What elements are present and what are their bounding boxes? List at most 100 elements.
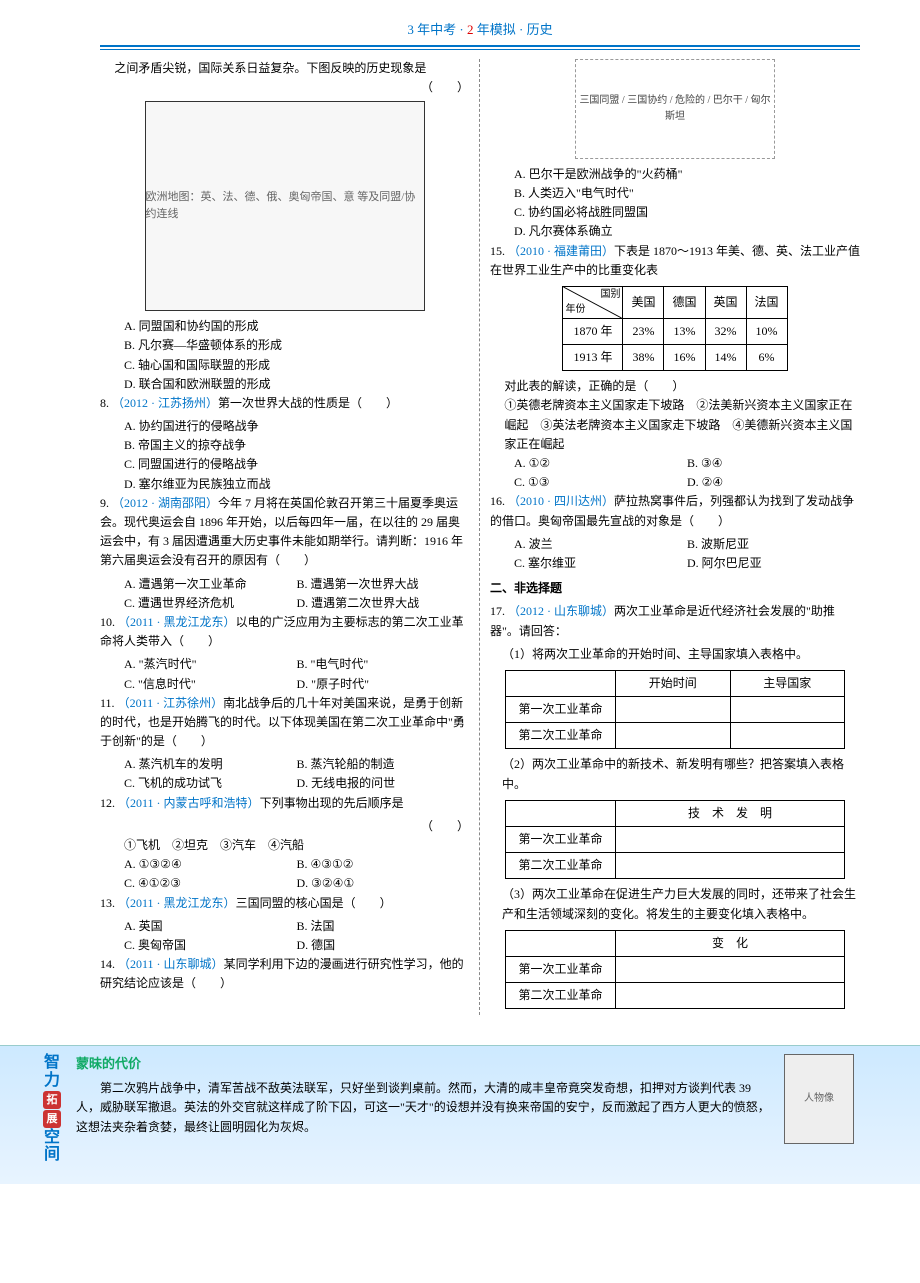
t1-h1: 开始时间	[616, 670, 731, 696]
q16-D: D. 阿尔巴尼亚	[687, 554, 860, 573]
q13-num: 13.	[100, 896, 118, 910]
q15-r1-v2: 14%	[705, 345, 746, 371]
q15-col2: 英国	[705, 286, 746, 318]
t2-blank[interactable]	[616, 827, 845, 853]
q7-A: A. 同盟国和协约国的形成	[124, 317, 469, 336]
q15-B: B. ③④	[687, 454, 860, 473]
q15-D: D. ②④	[687, 473, 860, 492]
q7-D: D. 联合国和欧洲联盟的形成	[124, 375, 469, 394]
q15-corner: 国别 年份	[563, 286, 623, 318]
q17-p3: （3）两次工业革命在促进生产力巨大发展的同时，还带来了社会生产和生活领域深刻的变…	[490, 885, 860, 923]
q15-num: 15.	[490, 244, 508, 258]
q17-p2: （2）两次工业革命中的新技术、新发明有哪些？把答案填入表格中。	[490, 755, 860, 793]
q11-D: D. 无线电报的问世	[297, 774, 470, 793]
q13-C: C. 奥匈帝国	[124, 936, 297, 955]
q8-src: （2012 · 江苏扬州）	[112, 396, 218, 410]
q16-src: （2010 · 四川达州）	[508, 494, 614, 508]
t1-blank[interactable]	[730, 697, 845, 723]
q9-num: 9.	[100, 496, 112, 510]
t2-r2: 第二次工业革命	[506, 853, 616, 879]
q13-D: D. 德国	[297, 936, 470, 955]
t2-blank[interactable]	[616, 853, 845, 879]
t1-blank[interactable]	[616, 697, 731, 723]
q17-p1: （1）将两次工业革命的开始时间、主导国家填入表格中。	[490, 645, 860, 664]
t3-r2: 第二次工业革命	[506, 983, 616, 1009]
q15-col0: 美国	[623, 286, 664, 318]
q12-src: （2011 · 内蒙古呼和浩特）	[118, 796, 260, 810]
footer-content: 蒙昧的代价 第二次鸦片战争中，清军苦战不敌英法联军，只好坐到谈判桌前。然而，大清…	[64, 1054, 784, 1163]
q15-r0-v0: 23%	[623, 318, 664, 344]
q12-stem: 下列事物出现的先后顺序是	[260, 796, 404, 810]
q15-col1: 德国	[664, 286, 705, 318]
q7-B: B. 凡尔赛—华盛顿体系的形成	[124, 336, 469, 355]
q12-D: D. ③②④①	[297, 874, 470, 893]
right-column: 三国同盟 / 三国协约 / 危险的 / 巴尔干 / 匈尔斯坦 A. 巴尔干是欧洲…	[480, 59, 860, 1016]
footer-body: 第二次鸦片战争中，清军苦战不敌英法联军，只好坐到谈判桌前。然而，大清的咸丰皇帝竟…	[76, 1079, 772, 1137]
q11-num: 11.	[100, 696, 118, 710]
q11-B: B. 蒸汽轮船的制造	[297, 755, 470, 774]
q16-A: A. 波兰	[514, 535, 687, 554]
q9-A: A. 遭遇第一次工业革命	[124, 575, 297, 594]
t1-r1: 第一次工业革命	[506, 697, 616, 723]
q12-items: ①飞机 ②坦克 ③汽车 ④汽船	[124, 838, 304, 852]
q13-B: B. 法国	[297, 917, 470, 936]
footer: 智 力 拓 展 空 间 蒙昧的代价 第二次鸦片战争中，清军苦战不敌英法联军，只好…	[0, 1045, 920, 1183]
header-r: 年模拟 · 历史	[474, 22, 553, 37]
q7-cont: 之间矛盾尖锐，国际关系日益复杂。下图反映的历史现象是	[114, 61, 426, 75]
q17-table1: 开始时间主导国家 第一次工业革命 第二次工业革命	[505, 670, 845, 750]
map-image: 欧洲地图：英、法、德、俄、奥匈帝国、意 等及同盟/协约连线	[145, 101, 425, 311]
q10-A: A. "蒸汽时代"	[124, 655, 297, 674]
footer-portrait: 人物像	[784, 1054, 854, 1144]
q14-B: B. 人类迈入"电气时代"	[514, 184, 860, 203]
q17: 17. （2012 · 山东聊城）两次工业革命是近代经济社会发展的"助推器"。请…	[490, 602, 860, 1009]
t1-blank[interactable]	[616, 723, 731, 749]
footer-title: 蒙昧的代价	[76, 1054, 772, 1075]
q12-C: C. ④①②③	[124, 874, 297, 893]
q13: 13. （2011 · 黑龙江龙东）三国同盟的核心国是（ ） A. 英国 B. …	[100, 894, 469, 956]
q8-D: D. 塞尔维亚为民族独立而战	[124, 475, 469, 494]
q15-A: A. ①②	[514, 454, 687, 473]
q9-src: （2012 · 湖南邵阳）	[112, 496, 218, 510]
t2-r1: 第一次工业革命	[506, 827, 616, 853]
q15-after: 对此表的解读，正确的是（ ）	[490, 377, 860, 396]
left-column: 之间矛盾尖锐，国际关系日益复杂。下图反映的历史现象是 （ ） 欧洲地图：英、法、…	[100, 59, 480, 1016]
t1-r2: 第二次工业革命	[506, 723, 616, 749]
q15-r0-v2: 32%	[705, 318, 746, 344]
q11-C: C. 飞机的成功试飞	[124, 774, 297, 793]
q16-B: B. 波斯尼亚	[687, 535, 860, 554]
q14-stem-block: 14. （2011 · 山东聊城）某同学利用下边的漫画进行研究性学习，他的研究结…	[100, 955, 469, 993]
q14-A: A. 巴尔干是欧洲战争的"火药桶"	[514, 165, 860, 184]
q15-r1-v0: 38%	[623, 345, 664, 371]
q14-src: （2011 · 山东聊城）	[118, 957, 224, 971]
t3-r1: 第一次工业革命	[506, 956, 616, 982]
q11: 11. （2011 · 江苏徐州）南北战争后的几十年对美国来说，是勇于创新的时代…	[100, 694, 469, 794]
q7: 之间矛盾尖锐，国际关系日益复杂。下图反映的历史现象是 （ ） 欧洲地图：英、法、…	[100, 59, 469, 394]
q12-B: B. ④③①②	[297, 855, 470, 874]
q15-C: C. ①③	[514, 473, 687, 492]
q17-src: （2012 · 山东聊城）	[508, 604, 614, 618]
q14-D: D. 凡尔赛体系确立	[514, 222, 860, 241]
q8-A: A. 协约国进行的侵略战争	[124, 417, 469, 436]
q9: 9. （2012 · 湖南邵阳）今年 7 月将在英国伦敦召开第三十届夏季奥运会。…	[100, 494, 469, 613]
q10: 10. （2011 · 黑龙江龙东）以电的广泛应用为主要标志的第二次工业革命将人…	[100, 613, 469, 694]
q17-table2: 技 术 发 明 第一次工业革命 第二次工业革命	[505, 800, 845, 880]
t3-blank[interactable]	[616, 983, 845, 1009]
q8-stem: 第一次世界大战的性质是（ ）	[218, 396, 398, 410]
q12-paren: （ ）	[100, 817, 469, 836]
q16: 16. （2010 · 四川达州）萨拉热窝事件后，列强都认为找到了发动战争的借口…	[490, 492, 860, 573]
q10-src: （2011 · 黑龙江龙东）	[118, 615, 236, 629]
q13-A: A. 英国	[124, 917, 297, 936]
page-header: 3 年中考 · 2 年模拟 · 历史	[100, 20, 860, 47]
q8-C: C. 同盟国进行的侵略战争	[124, 455, 469, 474]
q13-stem: 三国同盟的核心国是（ ）	[236, 896, 392, 910]
t1-blank[interactable]	[730, 723, 845, 749]
t3-blank[interactable]	[616, 956, 845, 982]
q15-col3: 法国	[746, 286, 787, 318]
q13-src: （2011 · 黑龙江龙东）	[118, 896, 236, 910]
q9-D: D. 遭遇第二次世界大战	[297, 594, 470, 613]
q16-C: C. 塞尔维亚	[514, 554, 687, 573]
q7-paren: （ ）	[100, 78, 469, 97]
section-2-title: 二、非选择题	[490, 579, 860, 598]
q15-table: 国别 年份 美国 德国 英国 法国 1870 年 23% 13% 32% 10%	[562, 286, 787, 371]
q9-B: B. 遭遇第一次世界大战	[297, 575, 470, 594]
